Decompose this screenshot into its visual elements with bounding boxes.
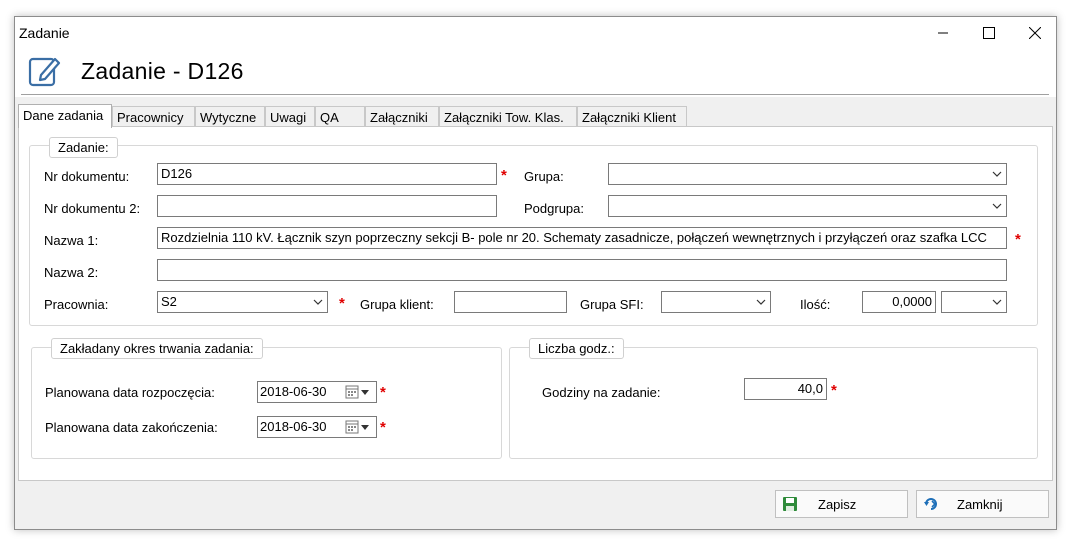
tab-zalaczniki-klient[interactable]: Załączniki Klient	[577, 106, 687, 127]
ilosc-label: Ilość:	[800, 297, 831, 312]
end-date-label: Planowana data zakończenia:	[45, 420, 218, 435]
close-icon	[1029, 27, 1041, 39]
godziny-group	[509, 347, 1038, 459]
end-date-value: 2018-06-30	[260, 419, 327, 434]
nr-dokumentu2-field[interactable]	[157, 195, 497, 217]
start-date-label: Planowana data rozpoczęcia:	[45, 385, 215, 400]
calendar-icon[interactable]	[345, 385, 373, 399]
tab-wytyczne[interactable]: Wytyczne	[195, 106, 265, 127]
tab-page-dane-zadania: Zadanie: Nr dokumentu: D126 * Grupa: Nr …	[18, 126, 1053, 481]
pracownia-label: Pracownia:	[44, 297, 109, 312]
grupa-klient-label: Grupa klient:	[360, 297, 434, 312]
start-date-picker[interactable]: 2018-06-30	[257, 381, 377, 403]
required-mark: *	[380, 419, 386, 436]
save-icon	[783, 497, 797, 511]
nr-dokumentu-field[interactable]: D126	[157, 163, 497, 185]
chevron-down-icon	[992, 171, 1002, 177]
hours-label: Godziny na zadanie:	[542, 385, 661, 400]
required-mark: *	[1015, 231, 1021, 248]
nazwa2-field[interactable]	[157, 259, 1007, 281]
page-title: Zadanie - D126	[81, 58, 244, 84]
close-button[interactable]: Zamknij	[916, 490, 1049, 518]
ilosc-field[interactable]: 0,0000	[862, 291, 936, 313]
tab-zalaczniki[interactable]: Załączniki	[365, 106, 439, 127]
required-mark: *	[380, 384, 386, 401]
window-title: Zadanie	[19, 25, 70, 41]
grupa-klient-field[interactable]	[454, 291, 567, 313]
hours-field[interactable]: 40,0	[744, 378, 827, 400]
title-bar[interactable]: Zadanie	[15, 17, 1056, 49]
nazwa1-field[interactable]: Rozdzielnia 110 kV. Łącznik szyn poprzec…	[157, 227, 1007, 249]
chevron-down-icon	[313, 299, 323, 305]
podgrupa-select[interactable]	[608, 195, 1007, 217]
grupa-select[interactable]	[608, 163, 1007, 185]
podgrupa-label: Podgrupa:	[524, 201, 584, 216]
exit-icon	[924, 498, 937, 510]
save-button[interactable]: Zapisz	[775, 490, 908, 518]
grupa-label: Grupa:	[524, 169, 564, 184]
pracownia-select[interactable]: S2	[157, 291, 328, 313]
nazwa2-label: Nazwa 2:	[44, 265, 99, 280]
okres-group-legend: Zakładany okres trwania zadania:	[51, 338, 263, 359]
save-label: Zapisz	[818, 497, 857, 512]
grupa-sfi-label: Grupa SFI:	[580, 297, 644, 312]
minimize-icon	[938, 32, 948, 34]
godziny-group-legend: Liczba godz.:	[529, 338, 624, 359]
close-label: Zamknij	[957, 497, 1003, 512]
edit-icon	[28, 57, 61, 87]
chevron-down-icon	[992, 203, 1002, 209]
minimize-button[interactable]	[920, 17, 966, 49]
end-date-picker[interactable]: 2018-06-30	[257, 416, 377, 438]
dialog-window: Zadanie Zadanie - D126 Dane zadania Prac…	[14, 16, 1057, 530]
tab-dane-zadania[interactable]: Dane zadania	[18, 104, 112, 128]
start-date-value: 2018-06-30	[260, 384, 327, 399]
required-mark: *	[501, 167, 507, 184]
chevron-down-icon	[756, 299, 766, 305]
tab-pracownicy[interactable]: Pracownicy	[112, 106, 195, 127]
close-window-button[interactable]	[1012, 17, 1058, 49]
okres-group	[31, 347, 502, 459]
pracownia-value: S2	[161, 294, 177, 309]
required-mark: *	[831, 382, 837, 399]
nr-dokumentu-label: Nr dokumentu:	[44, 169, 130, 184]
tab-qa[interactable]: QA	[315, 106, 365, 127]
calendar-icon[interactable]	[345, 420, 373, 434]
zadanie-group-legend: Zadanie:	[49, 137, 118, 158]
maximize-icon	[983, 27, 995, 39]
chevron-down-icon	[992, 299, 1002, 305]
header-divider	[21, 94, 1049, 95]
nazwa1-label: Nazwa 1:	[44, 233, 99, 248]
required-mark: *	[339, 295, 345, 312]
tab-zalaczniki-tow-klas[interactable]: Załączniki Tow. Klas.	[439, 106, 577, 127]
maximize-button[interactable]	[966, 17, 1012, 49]
ilosc-unit-select[interactable]	[941, 291, 1007, 313]
grupa-sfi-select[interactable]	[661, 291, 771, 313]
nr-dokumentu2-label: Nr dokumentu 2:	[44, 201, 141, 216]
dialog-header: Zadanie - D126	[15, 49, 1056, 97]
tab-uwagi[interactable]: Uwagi	[265, 106, 315, 127]
